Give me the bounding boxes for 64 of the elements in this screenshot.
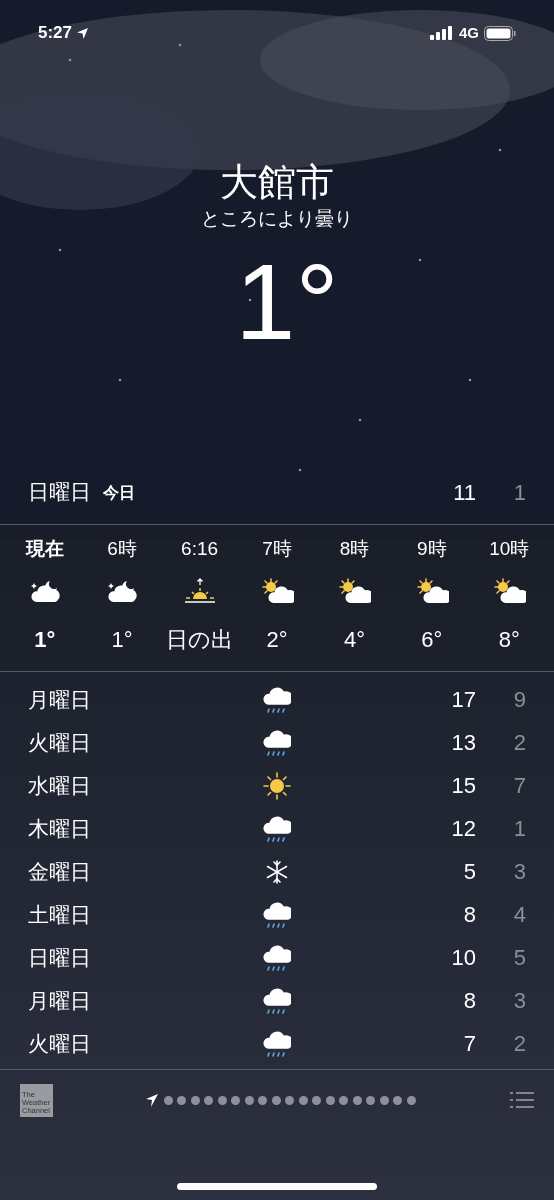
high-temperature: 8 [463,901,476,929]
day-name: 水曜日 [28,772,92,799]
hour-label: 9時 [417,537,447,561]
weather-icon [264,858,290,885]
hour-temperature: 8° [498,625,520,654]
low-temperature: 4 [512,901,526,929]
weather-icon [29,579,60,603]
low-temperature: 2 [512,729,526,757]
weather-condition: ところにより曇り [201,207,353,231]
hour-label: 8時 [339,537,370,561]
high-temperature: 12 [451,815,476,843]
list-icon[interactable] [510,1091,534,1109]
signal-icon [430,26,454,40]
location-arrow-icon[interactable] [145,1092,159,1108]
clock-time: 5:27 [38,22,73,45]
day-name: 月曜日 [28,987,92,1014]
hour-label: 7時 [262,537,292,561]
weather-icon [182,577,217,605]
low-temperature: 1 [512,478,526,507]
low-temperature: 5 [512,944,526,972]
battery-icon [484,25,516,41]
day-name: 火曜日 [28,1030,92,1057]
hour-temperature: 日の出 [166,625,234,654]
day-name: 日曜日 [28,944,92,971]
high-temperature: 13 [451,729,476,757]
high-temperature: 7 [463,1030,476,1058]
high-temperature: 11 [453,478,476,507]
hour-label: 10時 [489,537,530,561]
weather-icon [263,771,291,800]
low-temperature: 3 [512,987,526,1015]
hour-temperature: 1° [111,625,133,654]
high-temperature: 8 [463,987,476,1015]
high-temperature: 5 [463,858,476,886]
weather-icon [337,578,372,604]
weather-icon [260,578,294,604]
day-name: 木曜日 [28,815,92,842]
city-name: 大館市 [220,160,334,205]
hour-temperature: 6° [421,625,443,654]
day-name: 日曜日 [28,479,91,506]
low-temperature: 1 [512,815,526,843]
day-name: 土曜日 [28,901,92,928]
current-temperature: 1° [234,242,339,362]
weather-icon [107,579,138,603]
hour-label: 6時 [107,537,137,561]
weather-icon [414,578,449,604]
hour-label: 6:16 [181,537,219,561]
network-type: 4G [459,22,479,43]
hour-temperature: 1° [34,625,56,654]
high-temperature: 10 [451,944,476,972]
hour-label: 現在 [25,537,64,561]
low-temperature: 7 [512,772,526,800]
hour-temperature: 4° [343,625,365,654]
day-name: 月曜日 [28,686,92,713]
hour-temperature: 2° [266,625,288,654]
location-arrow-icon [76,26,90,40]
high-temperature: 15 [451,772,476,800]
weather-icon [492,578,527,604]
high-temperature: 17 [451,686,476,714]
low-temperature: 2 [512,1030,526,1058]
low-temperature: 9 [512,686,526,714]
day-name: 火曜日 [28,729,92,756]
today-label: 今日 [103,483,135,503]
low-temperature: 3 [512,858,526,886]
day-name: 金曜日 [28,858,92,885]
